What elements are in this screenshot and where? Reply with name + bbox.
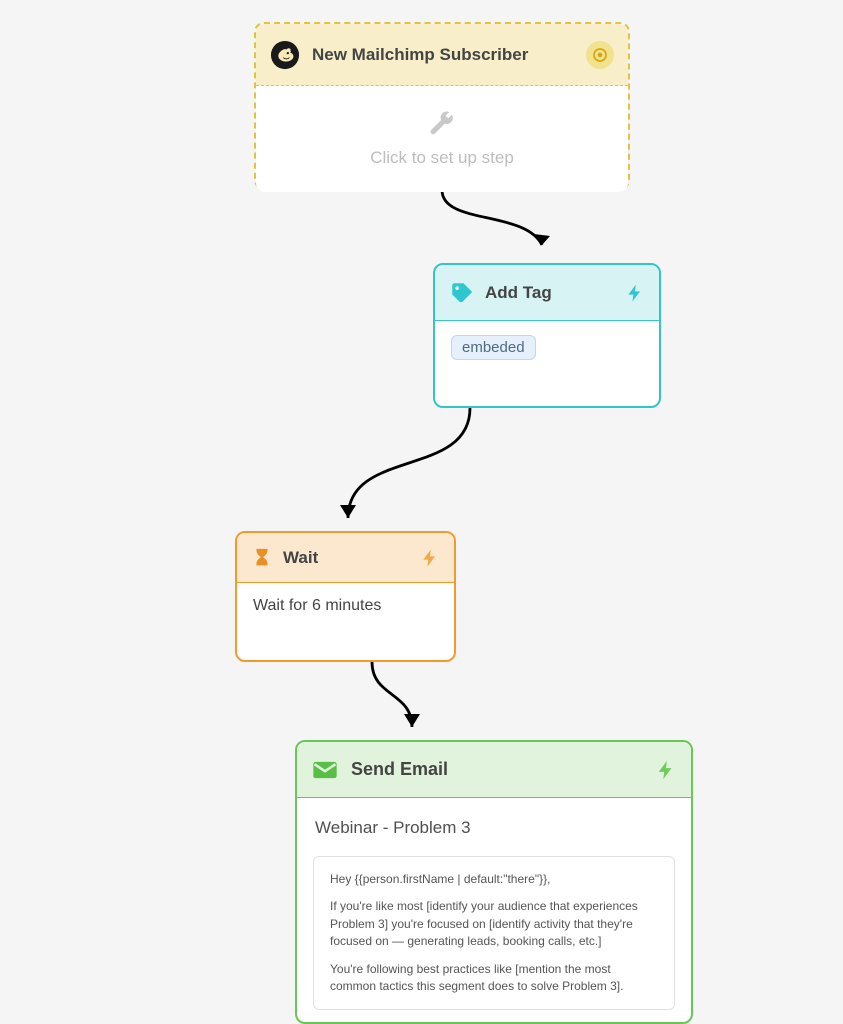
trigger-node[interactable]: New Mailchimp Subscriber Click to set up… [254,22,630,190]
lightning-icon [420,548,440,568]
add-tag-node[interactable]: Add Tag embeded [433,263,661,408]
wait-title: Wait [283,548,318,568]
email-body-line: You're following best practices like [me… [330,961,658,996]
send-email-header: Send Email [297,742,691,798]
wait-header: Wait [237,533,454,583]
tag-value: embeded [451,335,536,360]
trigger-header: New Mailchimp Subscriber [256,24,628,86]
mailchimp-icon [270,40,300,70]
email-body-line: Hey {{person.firstName | default:"there"… [330,871,658,888]
email-preview: Hey {{person.firstName | default:"there"… [313,856,675,1010]
wait-body: Wait for 6 minutes [237,583,454,629]
wrench-icon [429,111,455,142]
tag-icon [449,280,475,306]
send-email-title: Send Email [351,759,448,780]
wait-description: Wait for 6 minutes [253,597,381,614]
trigger-placeholder: Click to set up step [370,148,514,168]
envelope-icon [311,756,339,784]
trigger-title: New Mailchimp Subscriber [312,45,528,65]
send-email-body: Webinar - Problem 3 Hey {{person.firstNa… [297,798,691,1024]
wait-node[interactable]: Wait Wait for 6 minutes [235,531,456,662]
connector-wait-to-sendemail [370,662,460,747]
add-tag-header: Add Tag [435,265,659,321]
lightning-icon [625,283,645,303]
email-subject: Webinar - Problem 3 [315,818,673,838]
lightning-icon [655,759,677,781]
trigger-target-icon [586,41,614,69]
trigger-body[interactable]: Click to set up step [256,86,628,192]
send-email-node[interactable]: Send Email Webinar - Problem 3 Hey {{per… [295,740,693,1024]
email-body-line: If you're like most [identify your audie… [330,898,658,950]
add-tag-title: Add Tag [485,283,552,303]
hourglass-icon [251,547,273,569]
add-tag-body: embeded [435,321,659,374]
workflow-canvas: New Mailchimp Subscriber Click to set up… [0,0,843,1024]
connector-trigger-to-addtag [440,190,560,270]
connector-addtag-to-wait [340,408,500,538]
